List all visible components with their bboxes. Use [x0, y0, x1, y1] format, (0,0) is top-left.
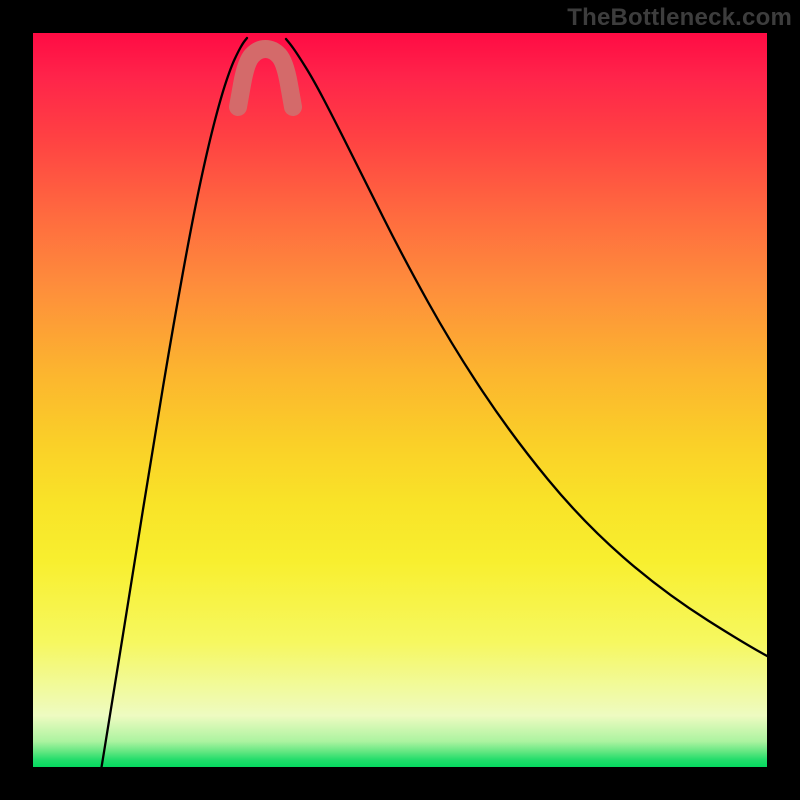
left-curve	[95, 38, 247, 767]
right-curve	[286, 39, 767, 669]
chart-frame: TheBottleneck.com	[0, 0, 800, 800]
plot-area	[33, 33, 767, 767]
valley-highlight	[238, 49, 293, 107]
curves-svg	[33, 33, 767, 767]
watermark-text: TheBottleneck.com	[567, 4, 792, 32]
